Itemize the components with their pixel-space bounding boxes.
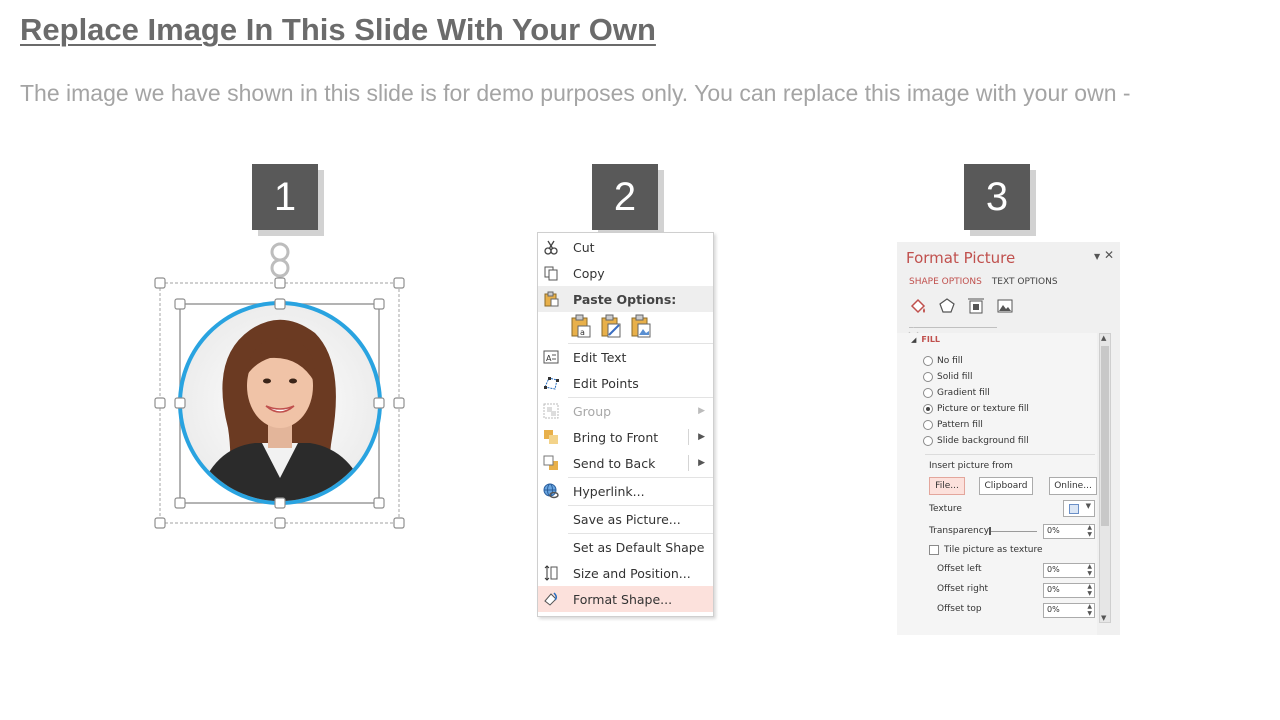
spinner-arrows-icon[interactable]: ▲ ▼ — [1087, 524, 1092, 538]
offset-top-label: Offset top — [937, 604, 982, 614]
step-number-1: 1 — [252, 164, 318, 230]
slide-title: Replace Image In This Slide With Your Ow… — [20, 12, 656, 47]
spinner-arrows-icon[interactable]: ▲ ▼ — [1087, 563, 1092, 577]
offset-right-input[interactable]: 0% ▲ ▼ — [1043, 583, 1095, 598]
online-button[interactable]: Online... — [1049, 477, 1097, 495]
scroll-up-icon[interactable]: ▲ — [1101, 334, 1106, 342]
copy-icon — [542, 264, 560, 282]
fill-option-pattern-fill[interactable]: Pattern fill — [923, 420, 983, 430]
submenu-arrow-icon: ▶ — [698, 432, 705, 442]
menu-item-cut[interactable]: Cut — [538, 234, 713, 260]
offset-right-label: Offset right — [937, 584, 989, 594]
clipboard-icon — [542, 290, 560, 308]
transparency-label: Transparency — [929, 526, 990, 536]
texture-dropdown[interactable]: ▼ — [1063, 500, 1095, 517]
pane-tabs: SHAPE OPTIONS TEXT OPTIONS — [909, 277, 1058, 287]
menu-item-set-default-shape[interactable]: Set as Default Shape — [538, 534, 713, 560]
menu-item-hyperlink[interactable]: Hyperlink... — [538, 478, 713, 504]
file-button[interactable]: File... — [929, 477, 965, 495]
portrait-photo — [178, 301, 382, 505]
paste-keep-formatting-icon[interactable]: a — [570, 314, 592, 340]
send-to-back-icon — [542, 454, 560, 472]
selected-picture-shape[interactable] — [150, 238, 412, 534]
paste-option-buttons: a — [570, 314, 652, 340]
close-icon[interactable]: ✕ — [1104, 248, 1114, 262]
menu-item-save-as-picture[interactable]: Save as Picture... — [538, 506, 713, 532]
text-box-icon: A — [542, 348, 560, 366]
fill-option-no-fill[interactable]: No fill — [923, 356, 963, 366]
pane-scrollbar[interactable]: ▲ ▼ — [1099, 333, 1111, 623]
offset-left-label: Offset left — [937, 564, 982, 574]
fill-option-slide-background[interactable]: Slide background fill — [923, 436, 1029, 446]
menu-item-format-shape[interactable]: Format Shape... — [538, 586, 713, 612]
picture-icon[interactable] — [996, 297, 1014, 319]
fill-section-header[interactable]: ◢ FILL — [911, 335, 940, 344]
menu-item-size-and-position[interactable]: Size and Position... — [538, 560, 713, 586]
tile-picture-checkbox[interactable]: Tile picture as texture — [929, 545, 1043, 555]
context-menu: Cut Copy Paste Options: a A Edit Text Ed… — [537, 232, 714, 617]
hyperlink-globe-icon — [542, 482, 560, 500]
group-icon — [542, 402, 560, 420]
transparency-slider[interactable] — [989, 531, 1037, 532]
pane-category-icons — [909, 297, 1014, 319]
format-picture-pane: Format Picture ▼ ✕ SHAPE OPTIONS TEXT OPT… — [897, 242, 1120, 635]
format-shape-icon — [542, 590, 560, 608]
paste-options-header: Paste Options: — [538, 286, 713, 312]
rotate-handle-icon[interactable] — [270, 242, 290, 283]
scroll-down-icon[interactable]: ▼ — [1101, 614, 1106, 622]
size-properties-icon[interactable] — [967, 297, 985, 319]
spinner-arrows-icon[interactable]: ▲ ▼ — [1087, 583, 1092, 597]
menu-item-edit-points[interactable]: Edit Points — [538, 370, 713, 396]
submenu-arrow-icon: ▶ — [698, 406, 705, 416]
submenu-arrow-icon: ▶ — [698, 458, 705, 468]
offset-top-input[interactable]: 0% ▲ ▼ — [1043, 603, 1095, 618]
bring-to-front-icon — [542, 428, 560, 446]
menu-item-copy[interactable]: Copy — [538, 260, 713, 286]
pane-title: Format Picture — [906, 249, 1016, 267]
scrollbar-thumb[interactable] — [1101, 346, 1109, 526]
transparency-slider-thumb[interactable] — [989, 527, 991, 535]
fill-option-solid-fill[interactable]: Solid fill — [923, 372, 972, 382]
transparency-input[interactable]: 0% ▲ ▼ — [1043, 524, 1095, 539]
fill-option-picture-texture[interactable]: Picture or texture fill — [923, 404, 1029, 414]
step-number-2: 2 — [592, 164, 658, 230]
effects-pentagon-icon[interactable] — [938, 297, 956, 319]
edit-points-icon — [542, 374, 560, 392]
texture-swatch-icon — [1069, 504, 1079, 514]
chevron-down-icon: ▼ — [1085, 502, 1091, 510]
insert-picture-from-label: Insert picture from — [929, 461, 1013, 471]
svg-text:a: a — [580, 328, 585, 337]
menu-item-group[interactable]: Group ▶ — [538, 398, 713, 424]
pane-controls: ▼ ✕ — [1094, 248, 1114, 262]
pane-options-dropdown-icon[interactable]: ▼ — [1094, 252, 1100, 261]
menu-item-send-to-back[interactable]: Send to Back ▶ — [538, 450, 713, 476]
texture-label: Texture — [929, 504, 962, 514]
fill-option-gradient-fill[interactable]: Gradient fill — [923, 388, 990, 398]
paste-destination-theme-icon[interactable] — [600, 314, 622, 340]
fill-line-icon[interactable] — [909, 297, 927, 319]
menu-item-edit-text[interactable]: A Edit Text — [538, 344, 713, 370]
svg-text:A: A — [546, 354, 552, 363]
paste-as-picture-icon[interactable] — [630, 314, 652, 340]
step-number-3: 3 — [964, 164, 1030, 230]
slide-subtitle: The image we have shown in this slide is… — [20, 80, 1131, 106]
collapse-triangle-icon: ◢ — [911, 335, 917, 344]
size-position-icon — [542, 564, 560, 582]
offset-left-input[interactable]: 0% ▲ ▼ — [1043, 563, 1095, 578]
tab-shape-options[interactable]: SHAPE OPTIONS — [909, 277, 982, 287]
clipboard-button[interactable]: Clipboard — [979, 477, 1033, 495]
menu-item-bring-to-front[interactable]: Bring to Front ▶ — [538, 424, 713, 450]
scissors-icon — [542, 238, 560, 256]
tab-text-options[interactable]: TEXT OPTIONS — [992, 277, 1058, 287]
spinner-arrows-icon[interactable]: ▲ ▼ — [1087, 603, 1092, 617]
